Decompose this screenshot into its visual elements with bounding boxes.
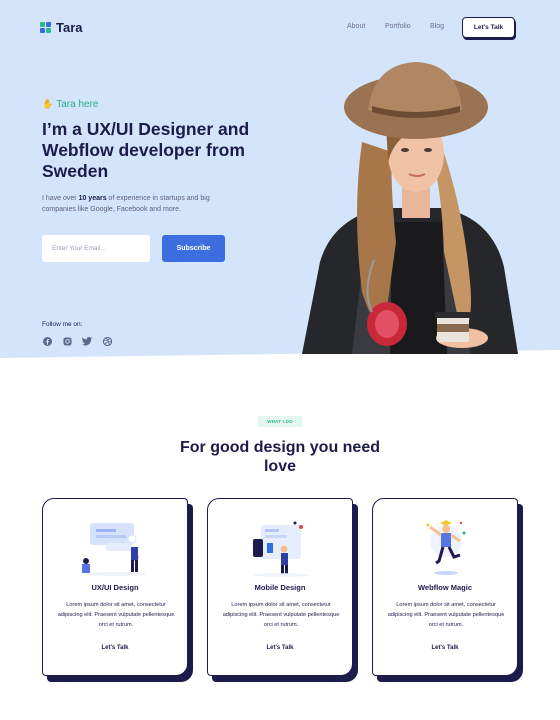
logo-icon <box>40 22 51 33</box>
dribbble-icon[interactable] <box>102 336 112 346</box>
greeting-text: Tara here <box>56 99 99 110</box>
card-text: Lorem ipsum dolor sit amet, consectetur … <box>222 602 340 628</box>
card-text: Lorem ipsum dolor sit amet, consectetur … <box>57 602 175 628</box>
card-title: UX/UI Design <box>91 583 139 592</box>
hero-title: I’m a UX/UI Designer and Webflow develop… <box>42 119 250 181</box>
hero-description: I have over 10 years of experience in st… <box>42 195 210 213</box>
card-lets-talk-link[interactable]: Let's Talk <box>373 645 517 651</box>
waving-hand-icon: ✋ <box>42 99 54 109</box>
email-input[interactable]: Enter Your Email... <box>42 235 150 262</box>
nav-lets-talk-button[interactable]: Let's Talk <box>462 17 515 38</box>
social-links <box>42 336 112 346</box>
brand-name: Tara <box>56 20 83 35</box>
card-title: Webflow Magic <box>417 583 473 592</box>
follow-label: Follow me on: <box>42 321 83 328</box>
hero-portrait-image <box>302 62 518 354</box>
hero-greeting: ✋ Tara here <box>42 99 98 110</box>
service-card-mobile: Mobile Design Lorem ipsum dolor sit amet… <box>207 498 353 676</box>
ux-ui-illustration-icon <box>82 523 146 576</box>
service-card-ux-ui: UX/UI Design Lorem ipsum dolor sit amet,… <box>42 498 188 676</box>
nav-blog[interactable]: Blog <box>430 23 444 30</box>
card-text: Lorem ipsum dolor sit amet, consectetur … <box>387 602 505 628</box>
services-title: For good design you need love <box>180 439 380 475</box>
card-lets-talk-link[interactable]: Let's Talk <box>43 645 187 651</box>
nav-about[interactable]: About <box>347 23 365 30</box>
page: Tara About Portfolio Blog Let's Talk ✋ T… <box>0 0 560 720</box>
mobile-design-illustration-icon <box>253 521 309 577</box>
subscribe-button[interactable]: Subscribe <box>162 235 225 262</box>
twitter-icon[interactable] <box>82 336 92 346</box>
brand-logo[interactable]: Tara <box>40 20 83 35</box>
nav-portfolio[interactable]: Portfolio <box>385 23 411 30</box>
service-card-webflow: Webflow Magic Lorem ipsum dolor sit amet… <box>372 498 518 676</box>
facebook-icon[interactable] <box>42 336 52 346</box>
webflow-magic-illustration-icon <box>426 520 466 575</box>
card-lets-talk-link[interactable]: Let's Talk <box>208 645 352 651</box>
instagram-icon[interactable] <box>62 336 72 346</box>
what-i-do-badge: WHAT I DO <box>258 416 302 427</box>
card-title: Mobile Design <box>254 583 306 592</box>
